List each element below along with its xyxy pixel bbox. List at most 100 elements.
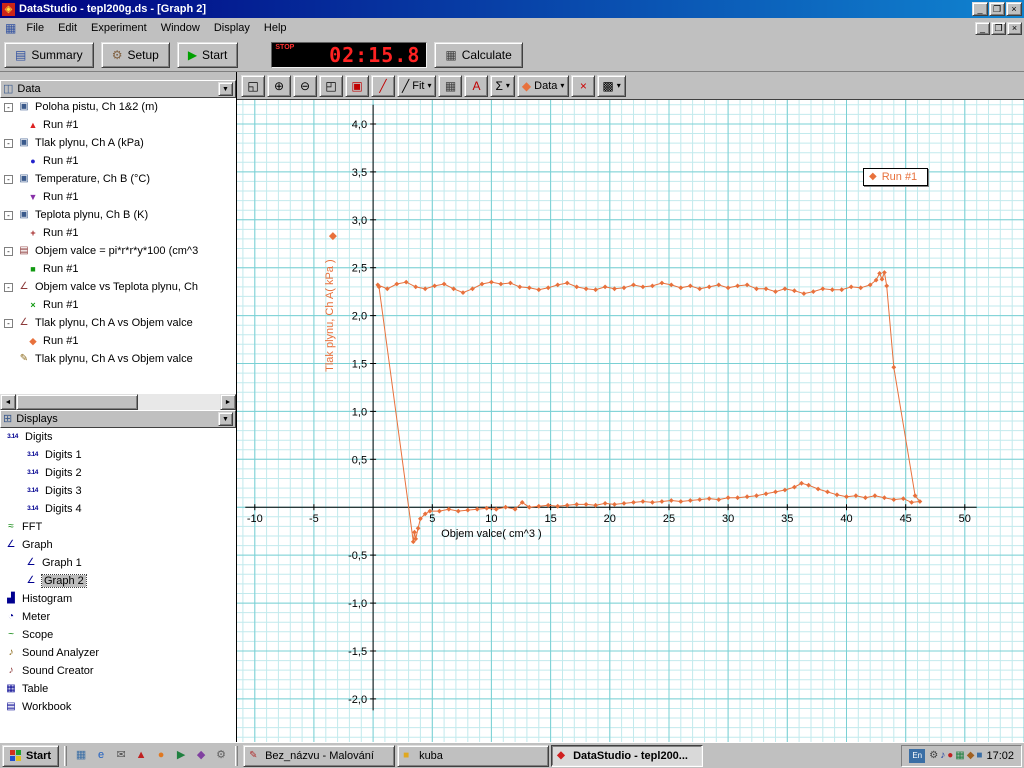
close-button[interactable]: × xyxy=(1006,2,1022,16)
setup-button[interactable]: ⚙ Setup xyxy=(100,41,170,68)
document-icon[interactable]: ▦ xyxy=(5,21,16,35)
scroll-thumb[interactable] xyxy=(16,394,138,410)
display-item-row[interactable]: 3.14 Digits xyxy=(0,428,236,446)
tray-icon-3[interactable]: ● xyxy=(947,750,953,761)
collapse-icon[interactable]: - xyxy=(4,246,13,256)
display-item-row[interactable]: 3.14 Digits 2 xyxy=(0,464,236,482)
display-item-row[interactable]: ▤ Workbook xyxy=(0,698,236,716)
start-button[interactable]: ▶ Start xyxy=(176,41,239,68)
plot-area[interactable]: -10 -5 5 10 15 20 25 30 35 40 45 50 4,0 3,5 3,0 2,5 2,0 1… xyxy=(237,100,1024,742)
run-row[interactable]: + Run #1 xyxy=(0,224,236,242)
task-button-3[interactable]: ◆ DataStudio - tepl200... xyxy=(551,744,704,767)
data-item-row[interactable]: - ∠ Tlak plynu, Ch A vs Objem valce xyxy=(0,314,236,332)
run-row[interactable]: × Run #1 xyxy=(0,296,236,314)
data-menu-button[interactable]: ◆ Data ▾ xyxy=(516,74,570,97)
tray-icon-5[interactable]: ◆ xyxy=(967,750,975,761)
app-icon[interactable]: ◈ xyxy=(2,2,15,16)
data-item-row[interactable]: - ▣ Temperature, Ch B (°C) xyxy=(0,170,236,188)
data-item-row[interactable]: - ▤ Objem valce = pi*r*r*y*100 (cm^3 xyxy=(0,242,236,260)
display-item-row[interactable]: ≈ FFT xyxy=(0,518,236,536)
child-close-button[interactable]: × xyxy=(1007,21,1022,35)
task-button-2[interactable]: ■ kuba xyxy=(397,744,550,767)
run-row[interactable]: ▼ Run #1 xyxy=(0,188,236,206)
displays-panel-menu-button[interactable]: ▼ xyxy=(218,412,233,426)
pressure-volume-chart[interactable]: -10 -5 5 10 15 20 25 30 35 40 45 50 4,0 3,5 3,0 2,5 2,0 1… xyxy=(237,100,1024,742)
display-item-row[interactable]: ♪ Sound Creator xyxy=(0,662,236,680)
clock[interactable]: 17:02 xyxy=(986,750,1014,762)
data-item-row[interactable]: - ▣ Poloha pistu, Ch 1&2 (m) xyxy=(0,98,236,116)
taskbar-start-button[interactable]: Start xyxy=(2,744,60,767)
fit-menu-button[interactable]: ╱ Fit ▾ xyxy=(397,74,437,97)
collapse-icon[interactable]: - xyxy=(4,210,13,220)
zoom-in-button[interactable]: ⊕ xyxy=(267,74,291,97)
tray-icon-6[interactable]: ■ xyxy=(976,750,982,761)
zoom-select-button[interactable]: ◰ xyxy=(319,74,343,97)
scroll-right-button[interactable]: ► xyxy=(220,394,236,410)
tray-icon-4[interactable]: ▦ xyxy=(955,750,964,761)
display-item-row[interactable]: 3.14 Digits 1 xyxy=(0,446,236,464)
menu-help[interactable]: Help xyxy=(257,19,294,37)
slope-tool-button[interactable]: ╱ xyxy=(371,74,395,97)
menu-file[interactable]: File xyxy=(19,19,51,37)
calculate-button[interactable]: ▦ Calculate xyxy=(434,41,523,68)
display-item-row[interactable]: ∠ Graph 2 xyxy=(0,572,236,590)
run-row[interactable]: ◆ Run #1 xyxy=(0,332,236,350)
run-label: Run #1 xyxy=(43,119,79,131)
menu-edit[interactable]: Edit xyxy=(51,19,84,37)
data-item-row[interactable]: - ∠ Objem valce vs Teplota plynu, Ch xyxy=(0,278,236,296)
collapse-icon[interactable]: - xyxy=(4,138,13,148)
data-panel-menu-button[interactable]: ▼ xyxy=(218,82,233,96)
data-item-row[interactable]: ✎ Tlak plynu, Ch A vs Objem valce xyxy=(0,350,236,368)
collapse-icon[interactable]: - xyxy=(4,174,13,184)
menu-display[interactable]: Display xyxy=(207,19,257,37)
scale-to-fit-button[interactable]: ◱ xyxy=(241,74,265,97)
child-minimize-button[interactable]: _ xyxy=(975,21,990,35)
run-row[interactable]: ● Run #1 xyxy=(0,152,236,170)
quicklaunch-icon-6[interactable]: ▶ xyxy=(172,747,190,765)
display-item-row[interactable]: ∠ Graph xyxy=(0,536,236,554)
scroll-left-button[interactable]: ◄ xyxy=(0,394,16,410)
smart-tool-button[interactable]: ▣ xyxy=(345,74,369,97)
quicklaunch-icon-1[interactable]: ▦ xyxy=(72,747,90,765)
display-item-row[interactable]: 3.14 Digits 3 xyxy=(0,482,236,500)
restore-button[interactable]: ❐ xyxy=(989,2,1005,16)
legend[interactable]: ◆ Run #1 xyxy=(863,168,929,186)
quicklaunch-icon-5[interactable]: ● xyxy=(152,747,170,765)
quicklaunch-icon-8[interactable]: ⚙ xyxy=(212,747,230,765)
display-item-row[interactable]: ~ Scope xyxy=(0,626,236,644)
text-annotation-button[interactable]: A xyxy=(464,74,489,97)
quicklaunch-icon-4[interactable]: ▲ xyxy=(132,747,150,765)
menu-window[interactable]: Window xyxy=(154,19,207,37)
summary-button[interactable]: ▤ Summary xyxy=(4,41,94,68)
child-restore-button[interactable]: ❐ xyxy=(991,21,1006,35)
display-item-row[interactable]: ◔ Meter xyxy=(0,608,236,626)
quicklaunch-icon-7[interactable]: ◆ xyxy=(192,747,210,765)
data-item-row[interactable]: - ▣ Teplota plynu, Ch B (K) xyxy=(0,206,236,224)
window-controls: _ ❐ × xyxy=(972,2,1022,16)
display-item-row[interactable]: 3.14 Digits 4 xyxy=(0,500,236,518)
display-item-row[interactable]: ♪ Sound Analyzer xyxy=(0,644,236,662)
tray-icon-1[interactable]: ⚙ xyxy=(929,750,938,761)
tray-icon-2[interactable]: ♪ xyxy=(940,750,945,761)
quicklaunch-icon-2[interactable]: e xyxy=(92,747,110,765)
statistics-menu-button[interactable]: Σ ▾ xyxy=(490,74,515,97)
graph-settings-button[interactable]: ▩ ▾ xyxy=(597,74,626,97)
scroll-track[interactable] xyxy=(16,394,220,410)
run-row[interactable]: ■ Run #1 xyxy=(0,260,236,278)
zoom-out-button[interactable]: ⊖ xyxy=(293,74,317,97)
delete-button[interactable]: × xyxy=(571,74,596,97)
display-item-row[interactable]: ▦ Table xyxy=(0,680,236,698)
display-item-row[interactable]: ▟ Histogram xyxy=(0,590,236,608)
collapse-icon[interactable]: - xyxy=(4,318,13,328)
minimize-button[interactable]: _ xyxy=(972,2,988,16)
menu-experiment[interactable]: Experiment xyxy=(84,19,154,37)
data-item-row[interactable]: - ▣ Tlak plynu, Ch A (kPa) xyxy=(0,134,236,152)
run-row[interactable]: ▲ Run #1 xyxy=(0,116,236,134)
display-item-row[interactable]: ∠ Graph 1 xyxy=(0,554,236,572)
calculator-button[interactable]: ▦ xyxy=(438,74,463,97)
task-button-1[interactable]: ✎ Bez_názvu - Malování xyxy=(243,744,396,767)
quicklaunch-icon-3[interactable]: ✉ xyxy=(112,747,130,765)
language-indicator[interactable]: En xyxy=(909,748,926,763)
collapse-icon[interactable]: - xyxy=(4,102,13,112)
collapse-icon[interactable]: - xyxy=(4,282,13,292)
